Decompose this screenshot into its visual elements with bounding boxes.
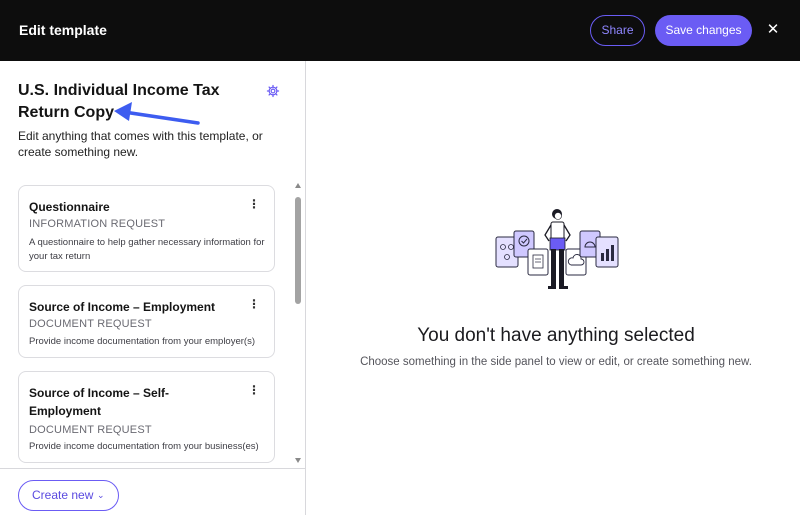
item-description: A questionnaire to help gather necessary… [29, 237, 265, 262]
list-item-questionnaire[interactable]: Questionnaire ⋮ INFORMATION REQUEST A qu… [18, 185, 275, 272]
scroll-up-arrow[interactable] [295, 183, 301, 188]
item-description: Provide income documentation from your e… [29, 336, 255, 347]
chevron-down-icon: ⌄ [97, 490, 105, 500]
top-bar: Edit template Share Save changes ✕ [0, 0, 800, 61]
empty-state-subtitle: Choose something in the side panel to vi… [360, 356, 752, 368]
close-icon[interactable]: ✕ [764, 21, 782, 39]
arrow-annotation-icon [114, 102, 200, 125]
side-panel: U.S. Individual Income Tax Return Copy E… [0, 61, 306, 515]
scroll-down-arrow[interactable] [295, 458, 301, 463]
page-title: Edit template [19, 22, 107, 38]
list-item-employment[interactable]: Source of Income – Employment ⋮ DOCUMENT… [18, 285, 275, 358]
side-panel-footer: Create new ⌄ [0, 468, 305, 515]
scrollbar[interactable] [293, 183, 303, 465]
create-new-button[interactable]: Create new ⌄ [18, 480, 119, 511]
scrollbar-thumb[interactable] [295, 197, 301, 304]
item-description: Provide income documentation from your b… [29, 441, 259, 452]
main-panel: You don't have anything selected Choose … [306, 61, 800, 515]
kebab-menu-icon[interactable]: ⋮ [248, 297, 260, 311]
list-item-self-employment[interactable]: Source of Income – Self-Employment ⋮ DOC… [18, 371, 275, 463]
item-type: DOCUMENT REQUEST [29, 424, 152, 436]
share-button[interactable]: Share [590, 15, 645, 46]
item-type: DOCUMENT REQUEST [29, 318, 152, 330]
kebab-menu-icon[interactable]: ⋮ [248, 383, 260, 397]
empty-state-title: You don't have anything selected [417, 325, 695, 346]
template-description: Edit anything that comes with this templ… [18, 129, 263, 159]
kebab-menu-icon[interactable]: ⋮ [248, 197, 260, 211]
item-title: Questionnaire [29, 200, 110, 214]
save-changes-button[interactable]: Save changes [655, 15, 752, 46]
item-type: INFORMATION REQUEST [29, 218, 166, 230]
empty-state-illustration [495, 209, 619, 289]
item-title: Source of Income – Self-Employment [29, 386, 170, 418]
item-title: Source of Income – Employment [29, 300, 216, 314]
item-list: Questionnaire ⋮ INFORMATION REQUEST A qu… [0, 181, 305, 467]
create-new-label: Create new [32, 488, 94, 502]
gear-icon[interactable] [266, 84, 280, 98]
